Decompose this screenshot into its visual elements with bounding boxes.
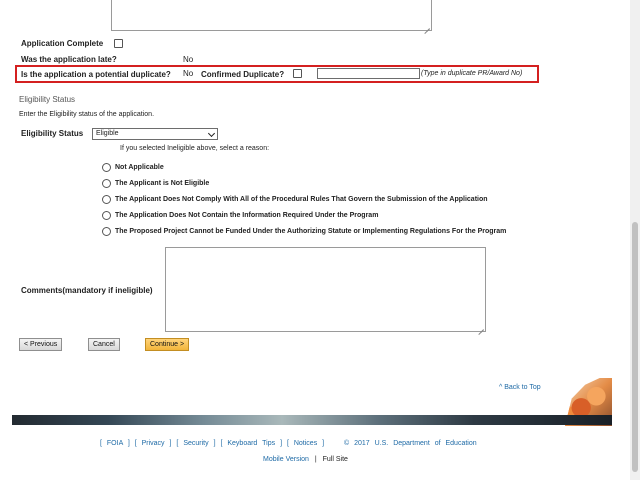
top-comments-textarea[interactable]: [111, 0, 432, 31]
comments-label: Comments(mandatory if ineligible): [21, 286, 153, 295]
application-late-label: Was the application late?: [21, 55, 117, 64]
footer-banner: [12, 415, 612, 425]
eligibility-instruction: Enter the Eligibility status of the appl…: [19, 111, 155, 118]
reason-label-not-applicable: Not Applicable: [115, 164, 164, 171]
scrollbar-thumb[interactable]: [632, 222, 638, 472]
back-to-top-link[interactable]: ^ Back to Top: [499, 384, 541, 391]
full-site-label: Full Site: [322, 456, 348, 463]
footer-copyright: © 2017 U.S. Department of Education: [344, 440, 477, 447]
duplicate-input-hint: (Type in duplicate PR/Award No): [421, 70, 523, 77]
reason-radio-not-eligible[interactable]: [102, 179, 111, 188]
reason-radio-cannot-be-funded[interactable]: [102, 227, 111, 236]
eligibility-section-title: Eligibility Status: [19, 95, 76, 104]
footer-link-notices[interactable]: Notices: [294, 440, 317, 447]
potential-duplicate-value: No: [183, 69, 194, 78]
footer-bracket-close: ] [: [213, 440, 223, 447]
application-complete-label: Application Complete: [21, 39, 104, 48]
reason-label-procedural-rules: The Applicant Does Not Comply With All o…: [115, 196, 488, 203]
application-late-value: No: [183, 55, 194, 64]
reason-label-required-information: The Application Does Not Contain the Inf…: [115, 212, 379, 219]
confirmed-duplicate-label: Confirmed Duplicate?: [201, 70, 285, 79]
footer-link-keyboard-tips[interactable]: Keyboard Tips: [227, 440, 275, 447]
footer-bracket-close: ] [: [280, 440, 289, 447]
duplicate-pr-award-input[interactable]: [317, 68, 420, 79]
cancel-button[interactable]: Cancel: [88, 338, 120, 351]
footer-link-security[interactable]: Security: [183, 440, 208, 447]
potential-duplicate-label: Is the application a potential duplicate…: [21, 70, 171, 79]
comments-textarea[interactable]: [165, 247, 486, 332]
eligibility-status-selected-value: Eligible: [96, 130, 119, 137]
continue-button[interactable]: Continue >: [145, 338, 190, 351]
footer-bracket-close: ]: [322, 440, 325, 447]
page-scrollbar[interactable]: [630, 0, 640, 480]
confirmed-duplicate-checkbox[interactable]: [293, 69, 302, 78]
reason-label-cannot-be-funded: The Proposed Project Cannot be Funded Un…: [115, 228, 507, 235]
footer-separator: |: [314, 456, 317, 463]
footer-bracket-close: ] [: [127, 440, 137, 447]
reason-prompt: If you selected Ineligible above, select…: [120, 145, 270, 152]
footer-link-foia[interactable]: FOIA: [107, 440, 123, 447]
application-complete-checkbox[interactable]: [114, 39, 123, 48]
mobile-version-link[interactable]: Mobile Version: [263, 456, 309, 463]
reason-label-not-eligible: The Applicant is Not Eligible: [115, 180, 210, 187]
reason-radio-not-applicable[interactable]: [102, 163, 111, 172]
footer-links-row: [ FOIA ] [ Privacy ] [ Security ] [ Keyb…: [100, 440, 477, 447]
footer-site-toggle: Mobile Version | Full Site: [263, 456, 348, 463]
eligibility-status-select[interactable]: Eligible: [92, 128, 218, 140]
footer-link-privacy[interactable]: Privacy: [142, 440, 165, 447]
chevron-down-icon: [207, 129, 216, 138]
previous-button[interactable]: < Previous: [19, 338, 63, 351]
eligibility-status-label: Eligibility Status: [21, 129, 84, 138]
resize-grip-icon: [424, 23, 430, 29]
reason-radio-procedural-rules[interactable]: [102, 195, 111, 204]
resize-grip-icon: [478, 324, 484, 330]
reason-radio-required-information[interactable]: [102, 211, 111, 220]
footer-bracket-close: ] [: [169, 440, 179, 447]
footer-bracket-open: [: [100, 440, 102, 447]
